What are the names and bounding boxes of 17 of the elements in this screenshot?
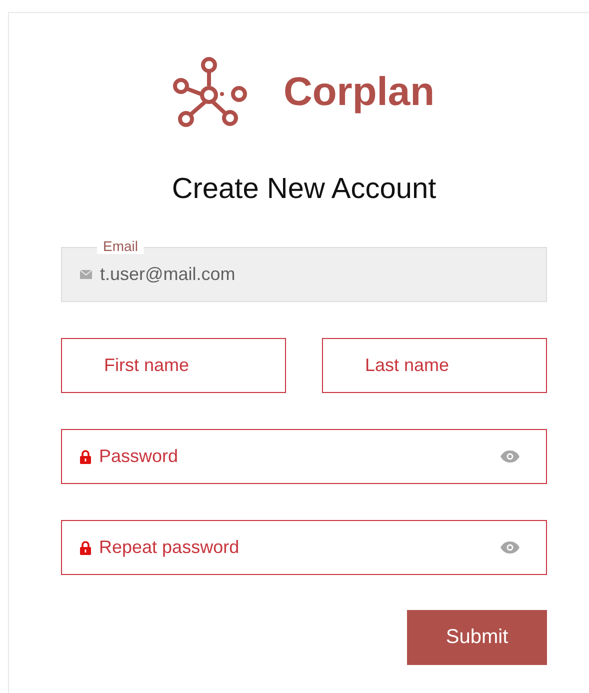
submit-button[interactable]: Submit <box>407 610 547 665</box>
text-input[interactable]: Password <box>99 446 492 467</box>
brand-name: Corplan <box>283 70 435 114</box>
password-field[interactable]: Password <box>61 429 547 484</box>
eye-icon[interactable] <box>500 450 520 463</box>
lock-icon <box>80 450 91 464</box>
eye-icon[interactable] <box>500 541 520 554</box>
form-title: Create New Account <box>170 172 438 207</box>
password-field[interactable]: Repeat password <box>61 520 547 575</box>
text-input[interactable]: Repeat password <box>99 537 492 558</box>
name-field[interactable]: First name <box>61 338 286 393</box>
text-input[interactable]: Last name <box>365 355 520 376</box>
text-input[interactable]: First name <box>104 355 259 376</box>
name-field[interactable]: Last name <box>322 338 547 393</box>
field-label: Email <box>97 238 144 254</box>
envelope-icon <box>80 270 92 279</box>
lock-icon <box>80 540 91 554</box>
